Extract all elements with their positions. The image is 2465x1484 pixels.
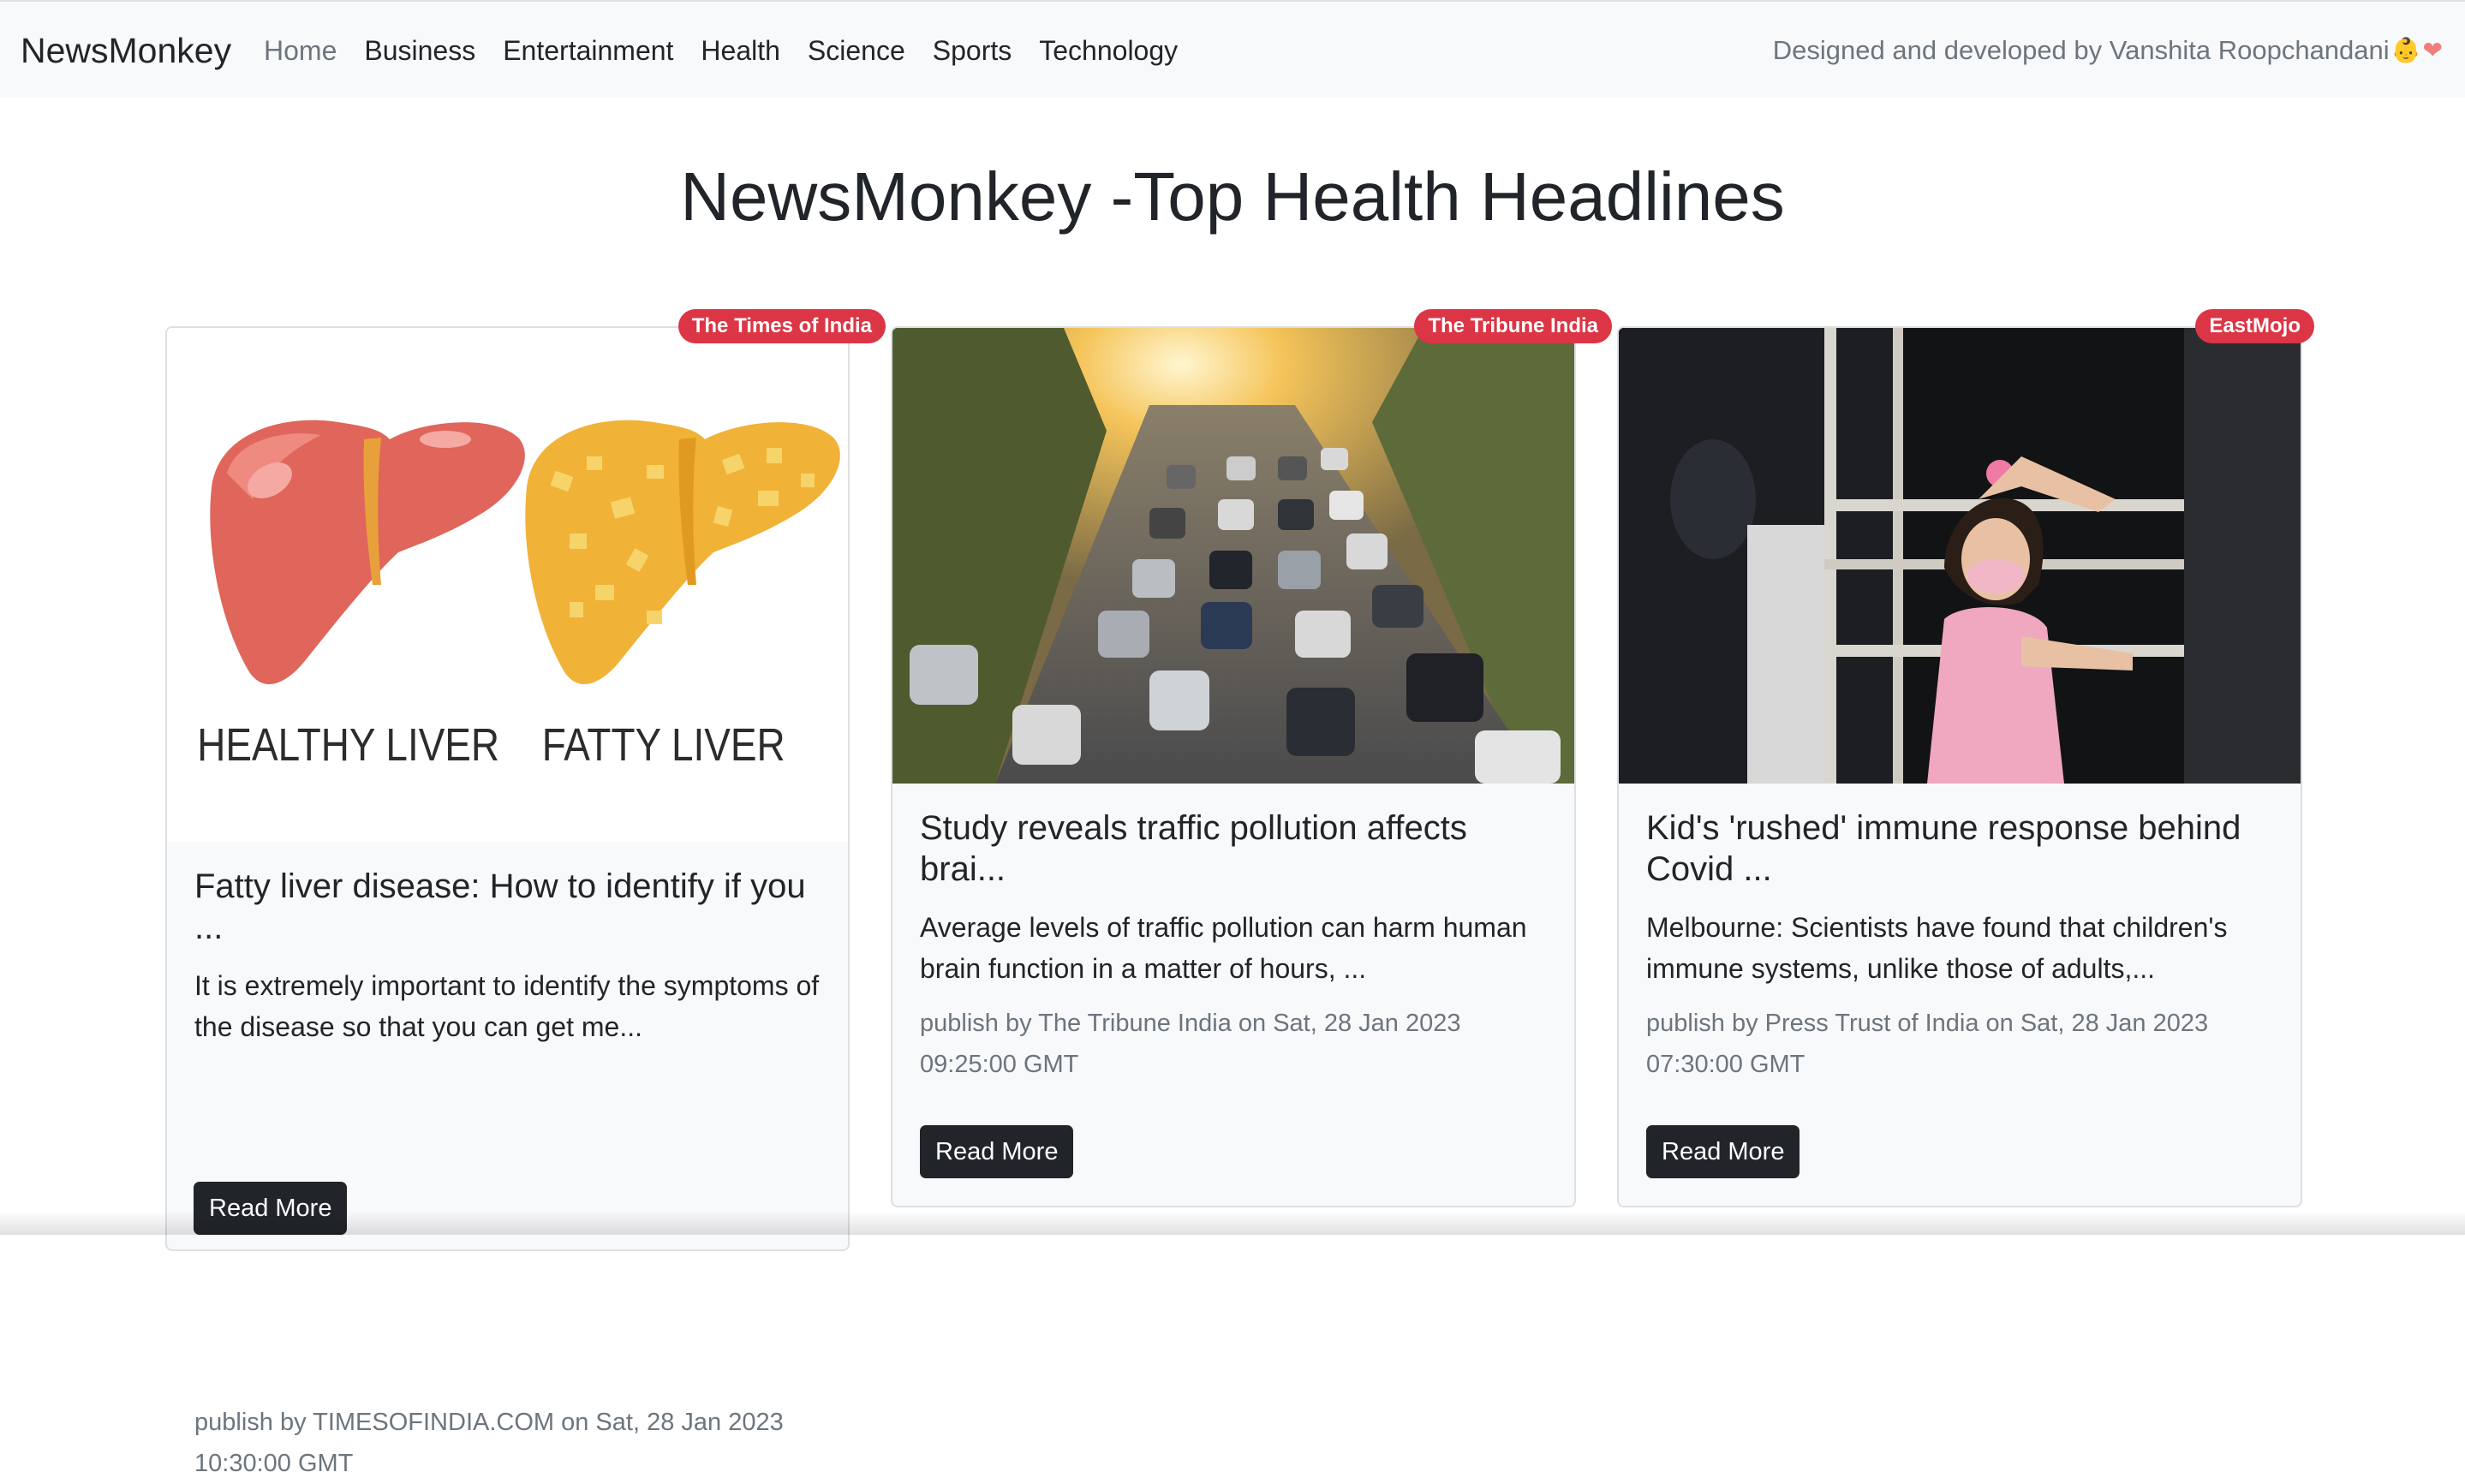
traffic-photo bbox=[892, 328, 1574, 784]
nav-link-entertainment[interactable]: Entertainment bbox=[489, 29, 687, 72]
card-title: Fatty liver disease: How to identify if … bbox=[194, 867, 806, 946]
page-title: NewsMonkey -Top Health Headlines bbox=[680, 158, 1785, 235]
nav-link-health[interactable]: Health bbox=[687, 29, 794, 72]
source-badge: The Tribune India bbox=[1414, 309, 1612, 343]
card-title: Study reveals traffic pollution affects … bbox=[920, 809, 1467, 888]
child-photo bbox=[1619, 328, 2301, 784]
card-description: Melbourne: Scientists have found that ch… bbox=[1646, 912, 2228, 984]
read-more-button[interactable]: Read More bbox=[920, 1125, 1074, 1178]
source-badge: The Times of India bbox=[677, 309, 886, 343]
card-title: Kid's 'rushed' immune response behind Co… bbox=[1646, 809, 2241, 888]
nav-link-science[interactable]: Science bbox=[794, 29, 919, 72]
nav-link-business[interactable]: Business bbox=[350, 29, 489, 72]
navbar: NewsMonkey Home Business Entertainment H… bbox=[0, 0, 2465, 98]
nav-link-sports[interactable]: Sports bbox=[919, 29, 1025, 72]
brand-logo[interactable]: NewsMonkey bbox=[21, 29, 231, 72]
card-publish-info-visible: publish by TIMESOFINDIA.COM on Sat, 28 J… bbox=[194, 1409, 784, 1477]
card-publish-info: publish by The Tribune India on Sat, 28 … bbox=[920, 1010, 1461, 1078]
heart-emoji-icon: ❤ bbox=[2422, 36, 2443, 64]
nav-link-technology[interactable]: Technology bbox=[1025, 29, 1191, 72]
card-publish-info: publish by Press Trust of India on Sat, … bbox=[1646, 1010, 2209, 1078]
bottom-shadow bbox=[0, 1211, 2465, 1235]
card-description: It is extremely important to identify th… bbox=[194, 970, 820, 1042]
news-card-2: The Tribune India Study reveals traffic … bbox=[891, 309, 1612, 1207]
article-image-liver: HEALTHY LIVER FATTY LIVER bbox=[167, 328, 848, 842]
card-description: Average levels of traffic pollution can … bbox=[920, 912, 1527, 984]
news-card-1: The Times of India HEALTHY LIVER FATTY L… bbox=[165, 309, 886, 1477]
article-image-child bbox=[1619, 328, 2301, 784]
developer-credit: Designed and developed by Vanshita Roopc… bbox=[1773, 29, 2443, 72]
news-card-3: EastMojo Kid's 'rushed' immune response … bbox=[1617, 309, 2314, 1207]
article-image-traffic bbox=[892, 328, 1574, 784]
nav-links: Home Business Entertainment Health Scien… bbox=[250, 29, 1191, 72]
source-badge: EastMojo bbox=[2195, 309, 2314, 343]
read-more-button[interactable]: Read More bbox=[1646, 1125, 1800, 1178]
baby-emoji-icon: 👶 bbox=[2390, 36, 2421, 64]
credit-text: Designed and developed by Vanshita Roopc… bbox=[1772, 35, 2390, 65]
fatty-liver-label: FATTY LIVER bbox=[542, 719, 785, 771]
healthy-liver-label: HEALTHY LIVER bbox=[197, 719, 499, 771]
nav-link-home[interactable]: Home bbox=[250, 29, 350, 72]
liver-illustration: HEALTHY LIVER FATTY LIVER bbox=[167, 328, 848, 842]
